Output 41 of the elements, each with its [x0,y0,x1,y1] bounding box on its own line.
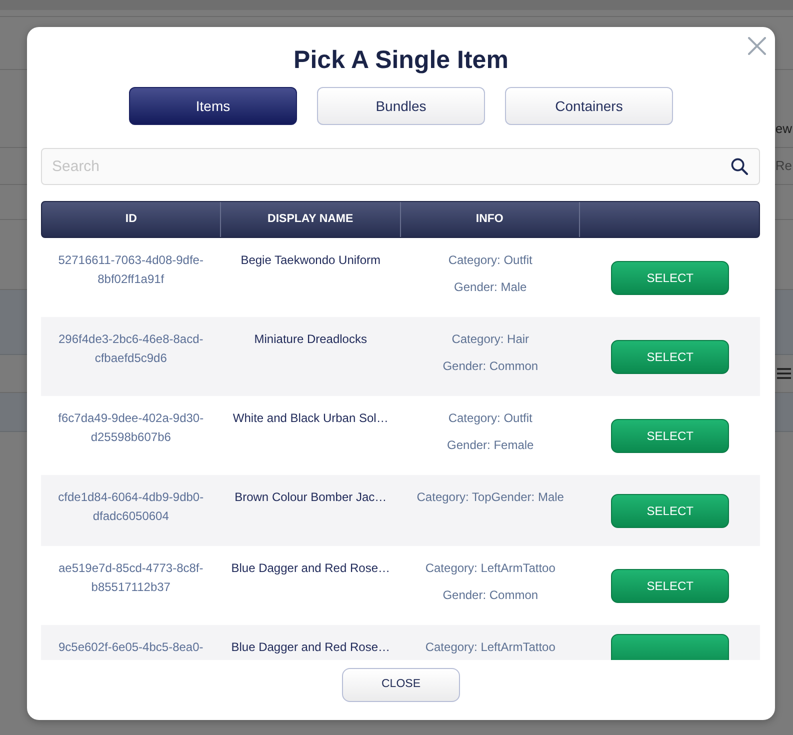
item-name: Miniature Dreadlocks [254,331,367,348]
item-info: Category: Hair [452,331,530,348]
item-name: White and Black Urban Sol… [232,410,388,427]
select-button[interactable]: SELECT [611,340,730,374]
item-name: Blue Dagger and Red Rose… [231,560,390,577]
dialog-title: Pick A Single Item [294,45,508,76]
close-button[interactable]: CLOSE [342,668,460,702]
item-info: Category: Outfit [448,252,532,269]
tab[interactable]: Bundles [317,87,485,125]
column-header: INFO [476,212,504,227]
select-button[interactable]: SELECT [611,260,730,294]
item-info: Gender: Female [447,437,534,454]
column-header: ID [125,212,137,227]
item-id: 9c5e602f-6e05-4bc5-8ea0- [58,639,204,656]
item-info: Category: LeftArmTattoo [425,639,556,656]
tab[interactable]: Items [129,87,297,125]
item-info: Gender: Common [442,587,538,604]
item-info: Gender: Male [454,279,527,296]
item-id: cfde1d84-6064-4db9-9db0-dfadc6050604 [57,489,205,525]
column-header: DISPLAY NAME [268,212,354,227]
item-info: Category: TopGender: Male [416,489,564,506]
item-id: 52716611-7063-4d08-9dfe-8bf02ff1a91f [57,252,204,288]
close-icon[interactable] [748,37,766,55]
menu-icon [777,368,791,379]
select-button[interactable]: SELECT [611,418,730,452]
select-button[interactable] [611,634,730,660]
select-button[interactable]: SELECT [611,494,730,528]
item-name: Brown Colour Bomber Jac… [234,489,387,506]
item-info: Category: Outfit [448,410,532,427]
field-text: Re [775,158,792,174]
column-header: ew [775,121,792,137]
search-icon[interactable] [731,158,748,175]
select-button[interactable]: SELECT [611,568,730,602]
item-name: Blue Dagger and Red Rose… [231,639,390,656]
item-id: f6c7da49-9dee-402a-9d30-d25598b607b6 [57,410,205,446]
tab[interactable]: Containers [505,87,673,125]
item-name: Begie Taekwondo Uniform [240,252,381,269]
item-id: ae519e7d-85cd-4773-8c8f-b85517112b37 [57,560,204,596]
item-info: Category: LeftArmTattoo [425,560,556,577]
item-info: Gender: Common [442,358,538,375]
item-id: 296f4de3-2bc6-46e8-8acd-cfbaefd5c9d6 [57,331,204,367]
